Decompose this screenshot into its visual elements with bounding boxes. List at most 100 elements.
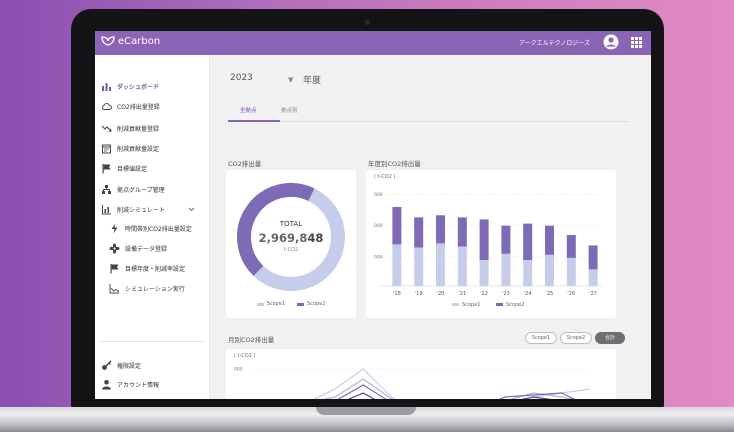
bar-chart-title: 年度別CO2排出量 bbox=[368, 160, 421, 168]
scope2-filter-button[interactable]: Scope2 bbox=[560, 332, 592, 344]
bar-scope2 bbox=[436, 215, 445, 244]
monthly-line-chart: 000 000 bbox=[234, 367, 591, 400]
x-tick-label: '22 bbox=[480, 291, 488, 297]
x-tick-label: '25 bbox=[546, 291, 554, 297]
sidebar-item-label: 拠点グループ管理 bbox=[117, 187, 165, 194]
person-icon bbox=[102, 380, 111, 390]
sidebar-item-reduction-settings[interactable]: 削減貢献量設定 bbox=[101, 143, 159, 154]
bar-scope1 bbox=[523, 260, 533, 286]
dropdown-caret-icon[interactable]: ▼ bbox=[288, 76, 293, 84]
chart-line-icon bbox=[109, 284, 120, 294]
legend-label: Scope2 bbox=[506, 302, 524, 308]
y-tick-label: 000 bbox=[374, 254, 383, 260]
sidebar-item-reduction-simulate[interactable]: 削減シミュレート bbox=[101, 204, 195, 215]
scope1-filter-button[interactable]: Scope1 bbox=[525, 332, 557, 344]
app-screen: eCarbon アークエルテクノロジーズ ダッシュボード CO2排出量登録 削減… bbox=[95, 31, 651, 399]
laptop-frame: eCarbon アークエルテクノロジーズ ダッシュボード CO2排出量登録 削減… bbox=[71, 9, 664, 409]
top-bar: eCarbon アークエルテクノロジーズ bbox=[95, 31, 651, 55]
bar-scope2 bbox=[523, 223, 533, 260]
legend-item: Scope1 bbox=[256, 301, 285, 307]
apps-grid-icon[interactable] bbox=[631, 37, 642, 48]
company-name: アークエルテクノロジーズ bbox=[519, 40, 590, 47]
x-tick-label: '21 bbox=[458, 291, 466, 297]
monthly-chart-title: 月別CO2排出量 bbox=[228, 336, 275, 344]
brand-logo[interactable]: eCarbon bbox=[101, 35, 160, 47]
bar-scope1 bbox=[414, 247, 424, 286]
bar-chart-icon bbox=[102, 83, 111, 91]
legend-label: Scope1 bbox=[266, 301, 285, 307]
bar-scope2 bbox=[479, 219, 489, 260]
trend-down-icon bbox=[101, 125, 112, 132]
tab-all-sites[interactable]: 全拠点 bbox=[240, 106, 257, 114]
bar-scope2 bbox=[457, 217, 467, 247]
bar-scope1 bbox=[501, 253, 511, 286]
total-label: TOTAL bbox=[279, 220, 303, 228]
sidebar-item-label: 削減シミュレート bbox=[117, 207, 165, 214]
bar-scope1 bbox=[392, 244, 402, 286]
sidebar-item-label: 権限設定 bbox=[117, 363, 142, 370]
sidebar-item-label: シミュレーション実行 bbox=[125, 286, 185, 293]
bar-scope2 bbox=[588, 245, 598, 270]
sidebar-item-label: 時間帯別CO2排出量設定 bbox=[125, 226, 192, 233]
sidebar-item-label: アカウント情報 bbox=[117, 382, 160, 389]
total-filter-button[interactable]: 合計 bbox=[595, 332, 625, 344]
calendar-icon bbox=[102, 144, 111, 154]
sidebar-divider bbox=[101, 341, 203, 342]
camera bbox=[365, 20, 370, 25]
flag-icon bbox=[110, 264, 119, 274]
bar-scope2 bbox=[501, 225, 511, 254]
x-tick-label: '20 bbox=[437, 291, 445, 297]
legend-swatch bbox=[256, 302, 264, 306]
sidebar-item-co2-registration[interactable]: CO2排出量登録 bbox=[101, 101, 160, 112]
sidebar-item-reduction-registration[interactable]: 削減貢献量登録 bbox=[101, 123, 159, 134]
donut-title: CO2排出量 bbox=[228, 160, 262, 168]
year-suffix: 年度 bbox=[303, 76, 322, 86]
sidebar-item-permissions[interactable]: 権限設定 bbox=[101, 360, 141, 371]
sidebar-item-dashboard[interactable]: ダッシュボード bbox=[101, 81, 159, 92]
y-tick-label: 000 bbox=[234, 399, 243, 400]
sidebar-item-label: 削減貢献量登録 bbox=[117, 126, 160, 133]
year-select[interactable]: 2023 bbox=[230, 73, 253, 83]
yearly-bar-chart: 000 000 000 '18 '19 '20 '21 '22 '23 '24 '25 '26 '27 S… bbox=[374, 192, 602, 308]
brand-name: eCarbon bbox=[118, 35, 161, 47]
y-tick-label: 000 bbox=[234, 367, 243, 373]
sidebar-item-hourly-co2[interactable]: 時間帯別CO2排出量設定 bbox=[109, 223, 192, 234]
sidebar-item-label: 目標値設定 bbox=[117, 166, 148, 173]
legend-swatch bbox=[496, 303, 503, 306]
lightning-icon bbox=[111, 223, 118, 234]
simulate-icon bbox=[102, 205, 111, 215]
tab-by-site[interactable]: 拠点別 bbox=[281, 106, 298, 114]
x-tick-label: '24 bbox=[524, 291, 532, 297]
legend-label: Scope2 bbox=[307, 301, 326, 307]
sidebar-item-target-year[interactable]: 目標年度・削減率設定 bbox=[109, 263, 185, 274]
x-tick-label: '27 bbox=[589, 291, 597, 297]
bar-scope2 bbox=[414, 217, 424, 248]
chevron-down-icon bbox=[188, 207, 195, 212]
y-tick-label: 000 bbox=[374, 192, 383, 198]
bar-scope1 bbox=[566, 257, 576, 286]
yearly-bar-card: ( t-CO2 ) 000 000 000'18'19'20'21'22'23'24… bbox=[366, 170, 616, 318]
sidebar-item-equipment-data[interactable]: 設備データ登録 bbox=[109, 243, 167, 254]
main-content: 2023 ▼ 年度 全拠点 拠点別 CO2排出量 年度別CO2排出量 TOTAL… bbox=[210, 55, 651, 399]
leaf-icon bbox=[101, 36, 115, 46]
legend-item: Scope2 bbox=[297, 301, 325, 307]
x-tick-label: '23 bbox=[502, 291, 510, 297]
bar-scope2 bbox=[566, 235, 576, 258]
bar-scope1 bbox=[479, 260, 489, 286]
key-icon bbox=[102, 360, 112, 370]
cloud-icon bbox=[102, 103, 112, 110]
account-icon[interactable] bbox=[603, 34, 619, 50]
sidebar-item-target-settings[interactable]: 目標値設定 bbox=[101, 163, 147, 174]
sidebar-item-label: 設備データ登録 bbox=[125, 246, 168, 253]
legend-label: Scope1 bbox=[462, 302, 480, 308]
laptop-notch bbox=[316, 407, 416, 415]
legend-swatch bbox=[452, 303, 459, 306]
sidebar-item-run-simulation[interactable]: シミュレーション実行 bbox=[109, 283, 185, 294]
donut-card: TOTAL 2,969,848 t-CO2 Scope1 Scope2 bbox=[226, 170, 356, 318]
legend-swatch bbox=[297, 302, 304, 306]
bar-scope1 bbox=[545, 254, 554, 286]
total-value: 2,969,848 bbox=[258, 231, 324, 245]
bar-scope2 bbox=[545, 225, 554, 255]
sidebar-item-account[interactable]: アカウント情報 bbox=[101, 379, 159, 390]
sidebar-item-site-groups[interactable]: 拠点グループ管理 bbox=[101, 184, 165, 195]
